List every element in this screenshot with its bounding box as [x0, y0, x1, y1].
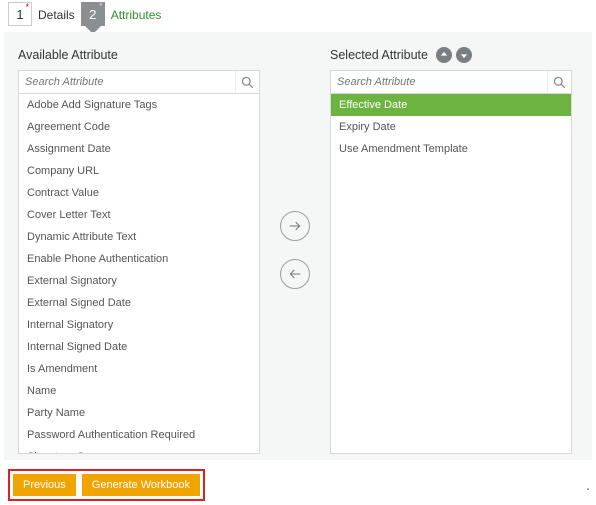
wizard-tabs: 1 * Details 2 * Attributes [0, 0, 596, 28]
selected-column: Selected Attribute Effective DateExpiry … [330, 46, 572, 454]
move-up-button[interactable] [436, 47, 452, 63]
list-item[interactable]: Password Authentication Required [19, 424, 259, 446]
wizard-step-1[interactable]: 1 * [8, 2, 32, 26]
previous-button[interactable]: Previous [13, 474, 76, 496]
required-asterisk-icon: * [25, 2, 29, 12]
list-item[interactable]: External Signed Date [19, 292, 259, 314]
list-item[interactable]: Company URL [19, 160, 259, 182]
step1-number: 1 [16, 7, 23, 22]
available-column: Available Attribute Adobe Add Signature … [18, 46, 260, 454]
step2-label[interactable]: Attributes [111, 8, 162, 22]
list-item[interactable]: Is Amendment [19, 358, 259, 380]
decorative-dot-icon: . [586, 477, 590, 493]
wizard-step-2[interactable]: 2 * [81, 2, 105, 26]
move-right-button[interactable] [280, 211, 310, 241]
list-item[interactable]: Use Amendment Template [331, 138, 571, 160]
list-item[interactable]: Agreement Code [19, 116, 259, 138]
available-search-row [18, 70, 260, 94]
move-down-button[interactable] [456, 47, 472, 63]
list-item[interactable]: Assignment Date [19, 138, 259, 160]
selected-list[interactable]: Effective DateExpiry DateUse Amendment T… [330, 94, 572, 454]
list-item[interactable]: Party Name [19, 402, 259, 424]
move-left-button[interactable] [280, 259, 310, 289]
list-item[interactable]: Cover Letter Text [19, 204, 259, 226]
list-item[interactable]: Internal Signatory [19, 314, 259, 336]
selected-search-input[interactable] [331, 71, 547, 93]
list-item[interactable]: Adobe Add Signature Tags [19, 94, 259, 116]
available-search-input[interactable] [19, 71, 235, 93]
available-list[interactable]: Adobe Add Signature TagsAgreement CodeAs… [18, 94, 260, 454]
list-item[interactable]: Signature Sequence [19, 446, 259, 454]
list-item[interactable]: Name [19, 380, 259, 402]
search-icon[interactable] [547, 71, 571, 93]
available-title: Available Attribute [18, 48, 118, 62]
list-item[interactable]: Enable Phone Authentication [19, 248, 259, 270]
transfer-column [260, 46, 330, 454]
selected-title: Selected Attribute [330, 48, 428, 62]
search-icon[interactable] [235, 71, 259, 93]
required-asterisk-icon: * [99, 1, 103, 11]
attributes-panel: Available Attribute Adobe Add Signature … [4, 32, 592, 460]
generate-workbook-button[interactable]: Generate Workbook [82, 474, 200, 496]
list-item[interactable]: Dynamic Attribute Text [19, 226, 259, 248]
list-item[interactable]: Internal Signed Date [19, 336, 259, 358]
footer-buttons-highlight: Previous Generate Workbook [8, 469, 205, 501]
list-item[interactable]: Effective Date [331, 94, 571, 116]
list-item[interactable]: Expiry Date [331, 116, 571, 138]
list-item[interactable]: External Signatory [19, 270, 259, 292]
selected-search-row [330, 70, 572, 94]
step1-label[interactable]: Details [38, 8, 75, 22]
step2-number: 2 [89, 7, 96, 22]
list-item[interactable]: Contract Value [19, 182, 259, 204]
